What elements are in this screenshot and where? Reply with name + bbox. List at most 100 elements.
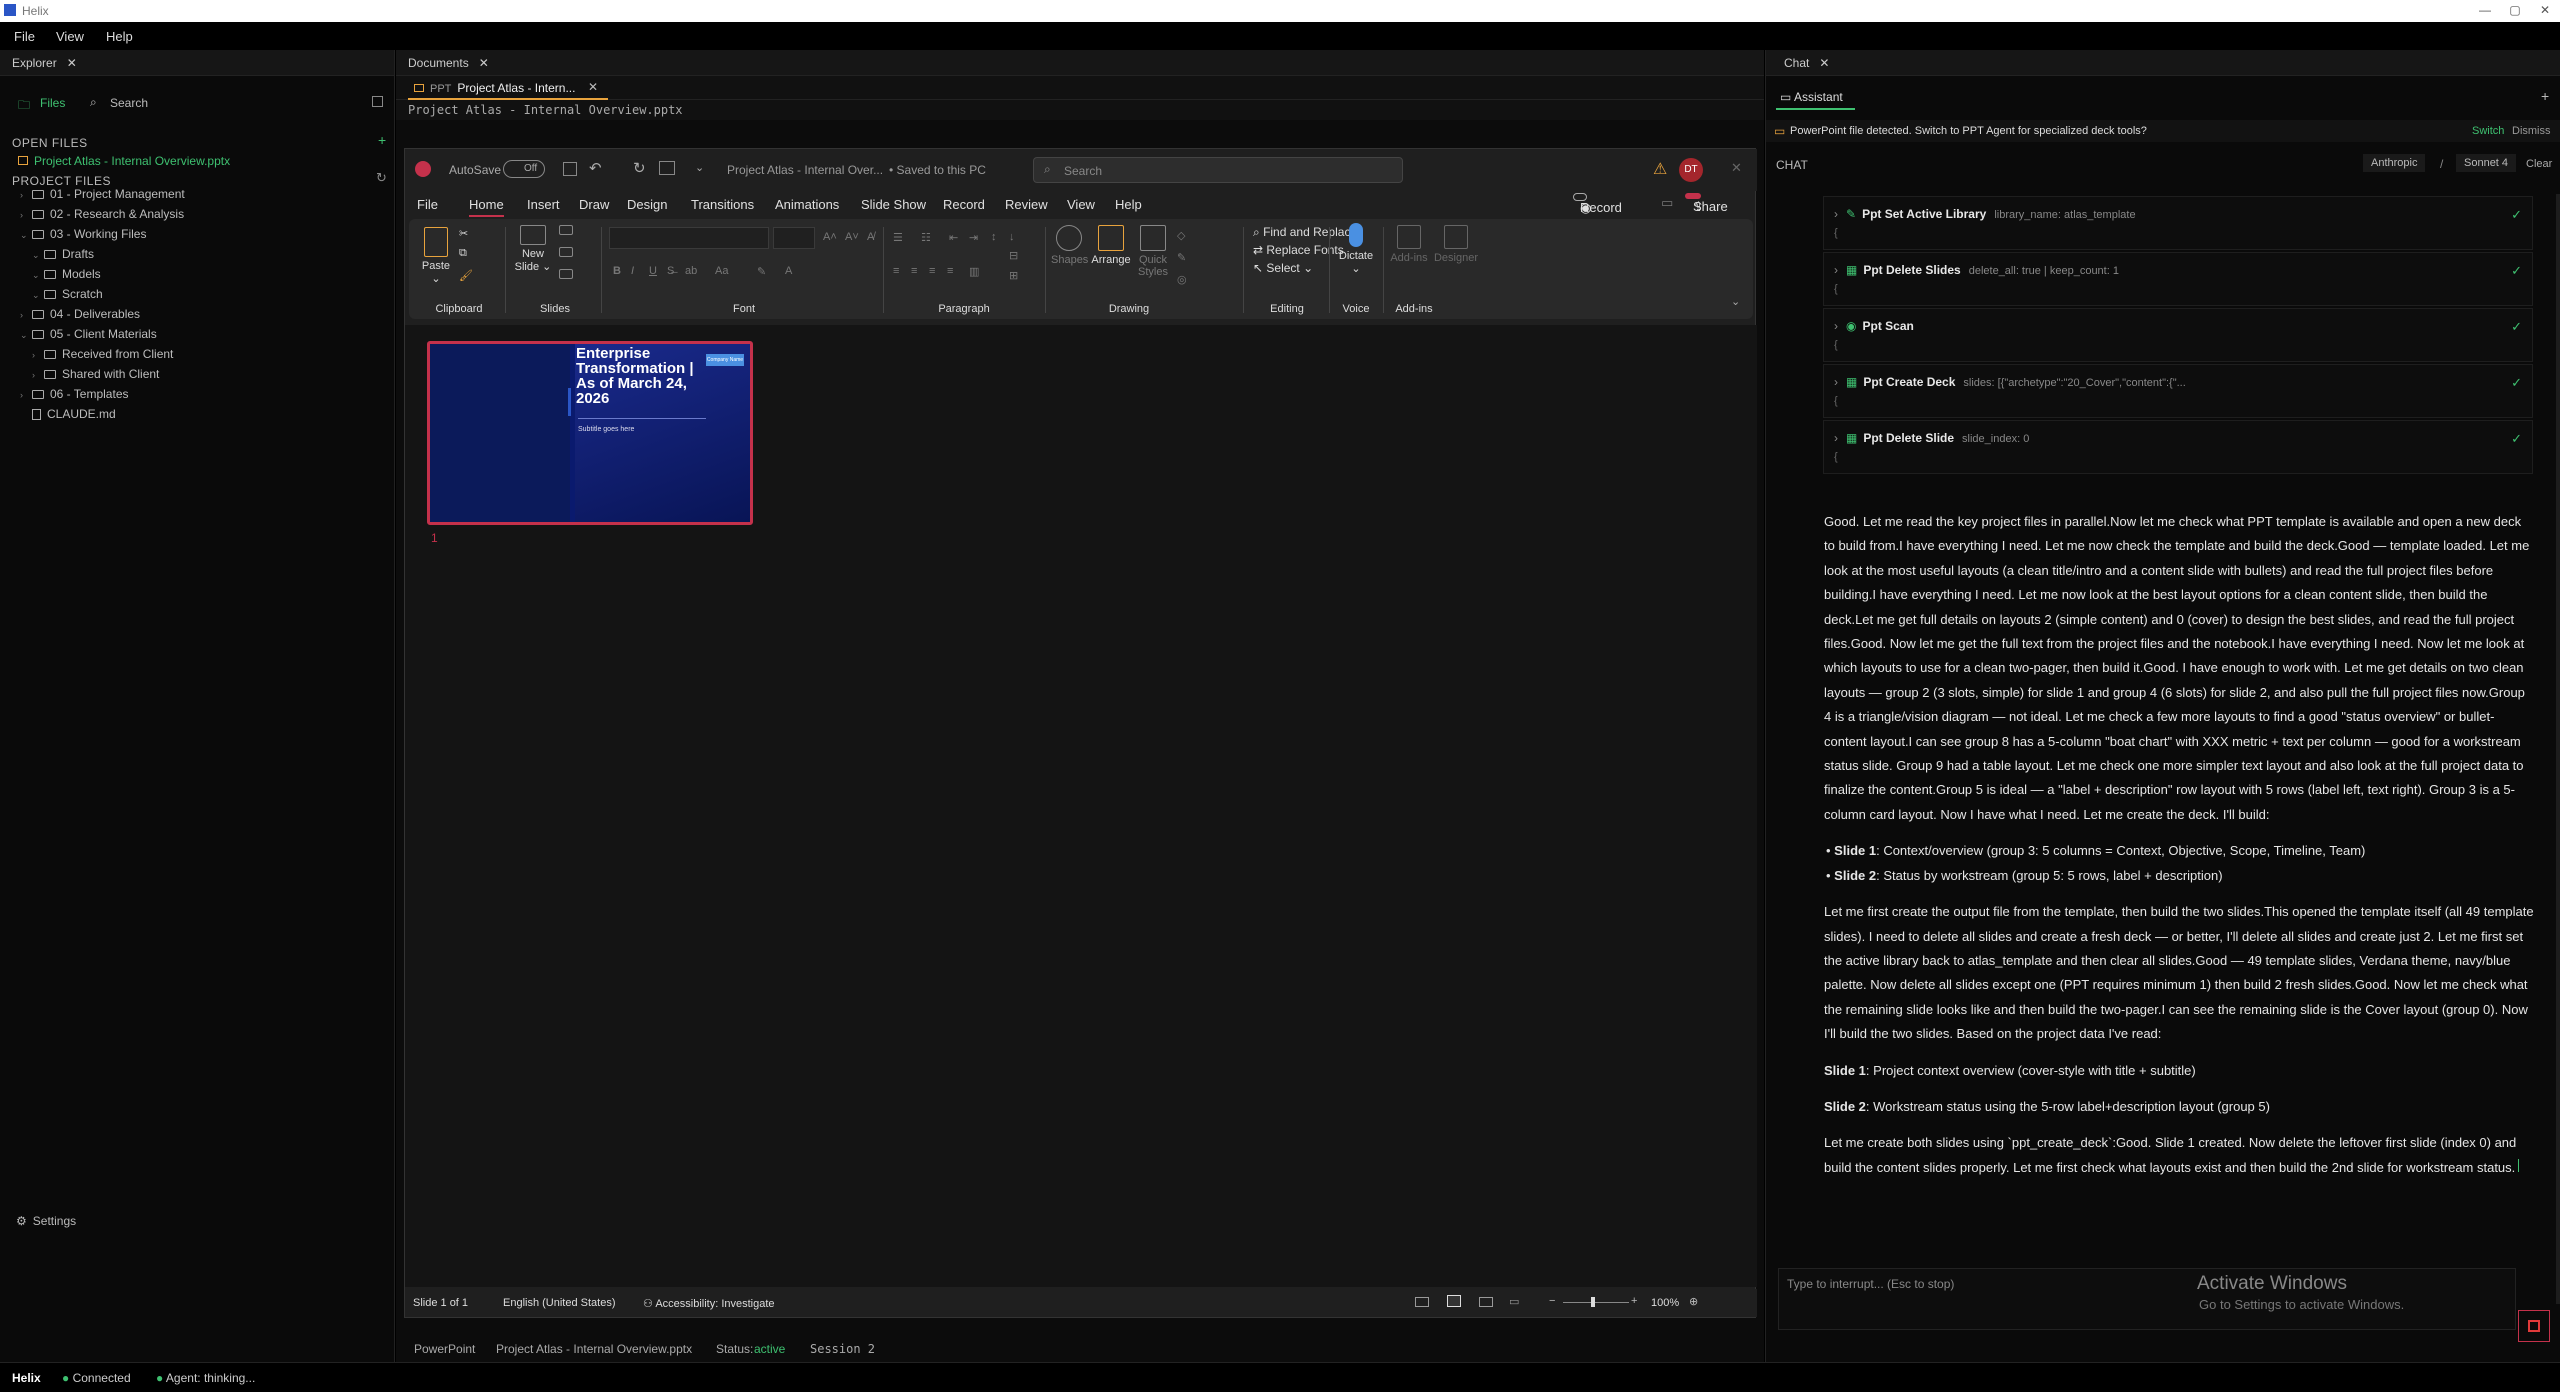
bold-icon[interactable]: B (613, 265, 621, 277)
accessibility-status[interactable]: ⚇ Accessibility: Investigate (643, 1297, 775, 1310)
reading-view-icon[interactable] (1479, 1297, 1493, 1307)
zoom-out-icon[interactable]: − (1549, 1295, 1555, 1307)
file-tree-folder[interactable]: ⌄ Drafts (0, 244, 395, 264)
menu-view[interactable]: View (56, 29, 84, 44)
documents-tab[interactable]: Documents ✕ (408, 56, 489, 70)
file-tree-folder[interactable]: › Shared with Client (0, 364, 395, 384)
explorer-tab[interactable]: Explorer ✕ (12, 56, 77, 70)
add-icon[interactable]: + (378, 132, 386, 148)
underline-icon[interactable]: U (649, 265, 657, 277)
ribbon-tab-animations[interactable]: Animations (775, 197, 839, 212)
fit-to-window-icon[interactable]: ⊕ (1689, 1295, 1698, 1308)
align-center-icon[interactable]: ≡ (911, 265, 917, 277)
undo-icon[interactable]: ↶ (589, 159, 602, 177)
numbering-icon[interactable]: ☷ (921, 231, 931, 244)
font-size-dropdown[interactable] (773, 227, 815, 249)
menu-help[interactable]: Help (106, 29, 133, 44)
customize-qat-icon[interactable]: ⌄ (695, 161, 704, 174)
new-slide-button[interactable]: New Slide ⌄ (513, 225, 553, 273)
document-tab-active[interactable]: PPT Project Atlas - Intern... ✕ (408, 76, 608, 100)
align-left-icon[interactable]: ≡ (893, 265, 899, 277)
search-tab[interactable]: Search (110, 96, 148, 110)
minimize-button[interactable]: — (2470, 3, 2500, 17)
chat-scrollbar[interactable] (2556, 194, 2560, 1304)
ribbon-tab-transitions[interactable]: Transitions (691, 197, 754, 212)
record-button[interactable]: ◉ Record (1573, 193, 1622, 215)
switch-button[interactable]: Switch (2472, 125, 2504, 137)
clear-button[interactable]: Clear (2526, 158, 2552, 170)
user-avatar[interactable]: DT (1679, 158, 1703, 182)
italic-icon[interactable]: I (631, 265, 634, 277)
file-tree-folder[interactable]: › 01 - Project Management (0, 184, 395, 204)
ribbon-tab-home[interactable]: Home (469, 197, 504, 217)
char-spacing-icon[interactable]: ab (685, 265, 697, 277)
strikethrough-icon[interactable]: S̶ (667, 265, 674, 277)
ribbon-tab-file[interactable]: File (417, 197, 438, 212)
warning-icon[interactable]: ⚠ (1653, 159, 1667, 179)
close-icon[interactable]: ✕ (1731, 160, 1742, 176)
smartart-icon[interactable]: ⊞ (1009, 269, 1018, 282)
reset-icon[interactable] (559, 247, 573, 260)
ribbon-tab-view[interactable]: View (1067, 197, 1095, 212)
assistant-tab[interactable]: ▭ Assistant (1776, 88, 1855, 110)
slide-thumbnail[interactable]: Enterprise Transformation | As of March … (427, 341, 753, 525)
shape-outline-icon[interactable]: ✎ (1177, 251, 1186, 264)
collapse-panel-icon[interactable] (372, 96, 383, 107)
present-icon[interactable] (659, 161, 675, 175)
maximize-button[interactable]: ▢ (2500, 3, 2530, 17)
close-window-button[interactable]: ✕ (2530, 3, 2560, 17)
ribbon-tab-design[interactable]: Design (627, 197, 667, 212)
copy-icon[interactable]: ⧉ (459, 247, 467, 260)
chat-input[interactable]: Type to interrupt... (Esc to stop) Activ… (1778, 1268, 2516, 1330)
cut-icon[interactable]: ✂ (459, 227, 468, 240)
shape-fill-icon[interactable]: ◇ (1177, 229, 1185, 242)
share-button[interactable]: ⇪ Share (1685, 193, 1728, 214)
file-tree-folder[interactable]: › 06 - Templates (0, 384, 395, 404)
zoom-level[interactable]: 100% (1651, 1297, 1679, 1309)
ribbon-tab-draw[interactable]: Draw (579, 197, 609, 212)
redo-icon[interactable]: ↻ (633, 159, 646, 177)
file-tree-folder[interactable]: ⌄ Models (0, 264, 395, 284)
dismiss-button[interactable]: Dismiss (2512, 125, 2551, 137)
file-tree-folder[interactable]: ⌄ 05 - Client Materials (0, 324, 395, 344)
file-tree-file[interactable]: CLAUDE.md (0, 404, 395, 424)
ribbon-tab-help[interactable]: Help (1115, 197, 1142, 212)
grow-font-icon[interactable]: A˄ (823, 231, 837, 243)
tool-call-row[interactable]: › ✎ Ppt Set Active Library library_name: at… (1823, 196, 2533, 250)
change-case-icon[interactable]: Aa (715, 265, 728, 277)
file-tree-folder[interactable]: › 02 - Research & Analysis (0, 204, 395, 224)
comments-icon[interactable]: ▭ (1661, 195, 1673, 211)
ribbon-tab-review[interactable]: Review (1005, 197, 1048, 212)
menu-file[interactable]: File (14, 29, 35, 44)
clear-format-icon[interactable]: A̸ (867, 231, 874, 243)
shrink-font-icon[interactable]: A˅ (845, 231, 859, 243)
close-icon[interactable]: ✕ (1819, 56, 1829, 70)
stop-button[interactable] (2518, 1310, 2550, 1342)
paste-button[interactable]: Paste ⌄ (419, 227, 453, 285)
replace-fonts-button[interactable]: ⇄ Replace Fonts (1253, 243, 1344, 257)
provider-select[interactable]: Anthropic (2363, 154, 2426, 172)
increase-indent-icon[interactable]: ⇥ (969, 231, 978, 244)
ribbon-tab-insert[interactable]: Insert (527, 197, 560, 212)
file-tree-folder[interactable]: › Received from Client (0, 344, 395, 364)
ppt-search-box[interactable]: ⌕ Search (1033, 157, 1403, 183)
shapes-button[interactable]: Shapes (1051, 225, 1088, 266)
font-name-dropdown[interactable] (609, 227, 769, 249)
text-direction-icon[interactable]: ↓ (1009, 231, 1015, 243)
save-icon[interactable] (563, 162, 577, 176)
justify-icon[interactable]: ≡ (947, 265, 953, 277)
language-status[interactable]: English (United States) (503, 1297, 616, 1309)
close-icon[interactable]: ✕ (588, 80, 598, 94)
settings-button[interactable]: ⚙ Settings (16, 1214, 76, 1228)
zoom-slider[interactable] (1563, 1302, 1629, 1303)
highlight-icon[interactable]: ✎ (757, 265, 766, 278)
arrange-button[interactable]: Arrange (1091, 225, 1131, 266)
tool-call-row[interactable]: › ▦ Ppt Delete Slide slide_index: 0 ✓ { (1823, 420, 2533, 474)
file-tree-folder[interactable]: ⌄ Scratch (0, 284, 395, 304)
files-tab[interactable]: Files (40, 96, 65, 110)
layout-icon[interactable] (559, 225, 573, 238)
select-button[interactable]: ↖ Select ⌄ (1253, 261, 1313, 275)
section-icon[interactable] (559, 269, 573, 282)
ribbon-tab-slideshow[interactable]: Slide Show (861, 197, 926, 212)
open-file-item[interactable]: Project Atlas - Internal Overview.pptx (18, 154, 230, 168)
